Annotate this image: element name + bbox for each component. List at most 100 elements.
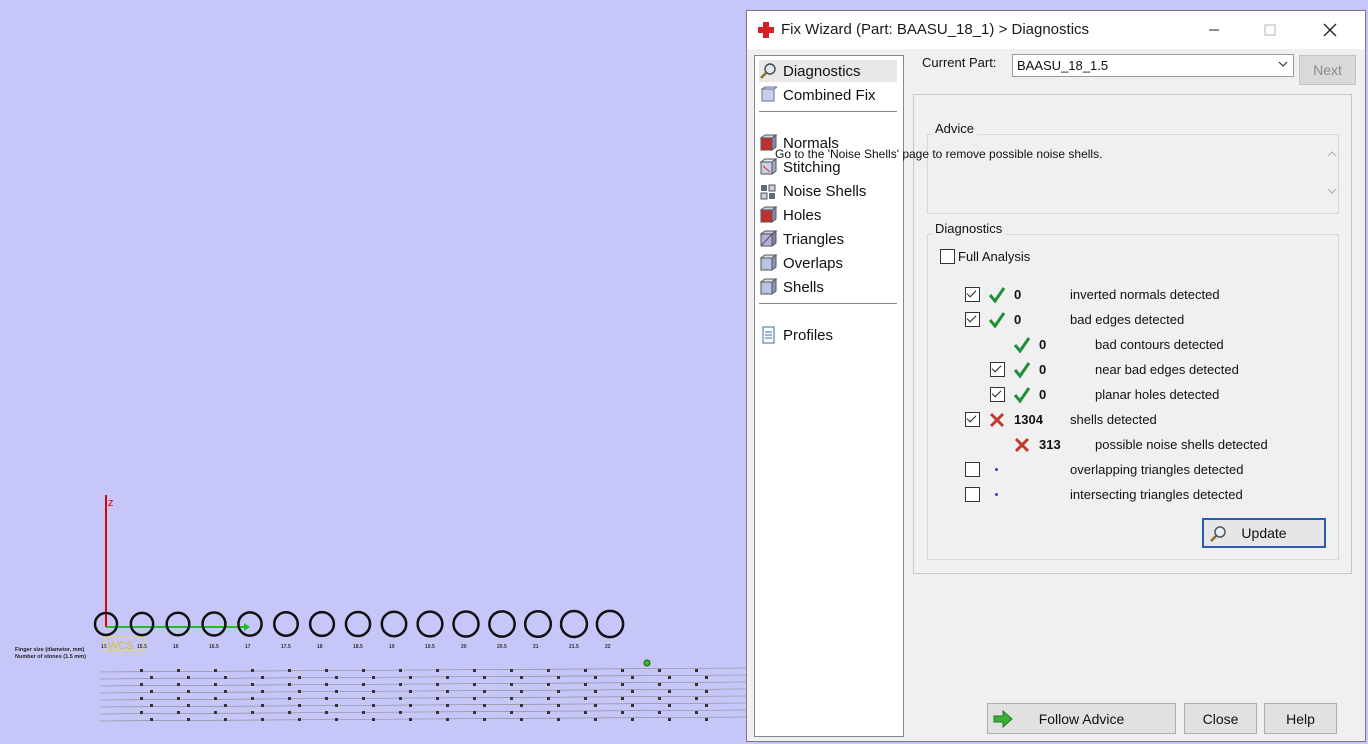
ring-size-label: 20 [461, 644, 467, 650]
table-mark [584, 711, 587, 714]
table-mark [288, 669, 291, 672]
3d-viewport[interactable]: z 15 15.5 16 16.5 17 17.5 18 18.5 19 19.5 20 20.5 21… [0, 0, 746, 744]
ring-size-label: 17.5 [281, 644, 291, 650]
follow-advice-button[interactable]: Follow Advice [987, 703, 1176, 734]
ring-size-label: 20.5 [497, 644, 507, 650]
ring-model[interactable] [308, 610, 336, 638]
table-mark [298, 704, 301, 707]
table-mark [251, 669, 254, 672]
nav-item-triangles[interactable]: Triangles [759, 228, 897, 250]
nav-item-holes[interactable]: Holes [759, 204, 897, 226]
diagnostic-checkbox[interactable] [965, 487, 980, 502]
diagnostic-label: overlapping triangles detected [1070, 462, 1244, 477]
diagnostic-count: 1304 [1014, 412, 1043, 427]
nav-item-diagnostics[interactable]: Diagnostics [759, 60, 897, 82]
maximize-button[interactable] [1247, 11, 1293, 49]
title-bar[interactable]: Fix Wizard (Part: BAASU_18_1) > Diagnost… [747, 11, 1365, 49]
nav-divider [759, 303, 897, 304]
ring-model[interactable] [273, 611, 299, 637]
pending-dot-icon [995, 468, 998, 471]
minimize-button[interactable] [1191, 11, 1237, 49]
nav-item-label: Overlaps [783, 254, 844, 272]
nav-item-label: Profiles [783, 326, 834, 344]
diagnostic-label: bad edges detected [1070, 312, 1185, 327]
nav-item-combined-fix[interactable]: Combined Fix [759, 84, 897, 106]
table-mark [473, 669, 476, 672]
diagnostic-checkbox[interactable] [965, 312, 980, 327]
overlaps-icon [759, 254, 777, 271]
table-mark [372, 704, 375, 707]
table-mark [483, 718, 486, 721]
ring-model[interactable] [452, 610, 480, 638]
nav-item-overlaps[interactable]: Overlaps [759, 252, 897, 274]
scene-canvas[interactable]: z 15 15.5 16 16.5 17 17.5 18 18.5 19 19.5 20 20.5 21… [0, 0, 746, 744]
table-mark [483, 704, 486, 707]
full-analysis-checkbox[interactable] [940, 249, 955, 264]
diagnostic-count: 0 [1039, 387, 1047, 402]
ring-model[interactable] [595, 609, 625, 639]
ring-model[interactable] [129, 611, 155, 637]
ring-model[interactable] [237, 611, 263, 637]
ring-model[interactable] [416, 610, 444, 638]
table-mark [261, 676, 264, 679]
table-mark [409, 718, 412, 721]
diagnostic-checkbox[interactable] [965, 287, 980, 302]
table-mark [187, 718, 190, 721]
close-button[interactable]: Close [1184, 703, 1257, 734]
table-mark [668, 690, 671, 693]
ring-size-label: 15.5 [137, 644, 147, 650]
current-part-select[interactable]: BAASU_18_1.5 [1012, 54, 1294, 77]
ring-model[interactable] [488, 610, 516, 638]
table-mark [150, 718, 153, 721]
table-mark [584, 697, 587, 700]
scroll-up-icon[interactable] [1327, 149, 1337, 160]
diagnostic-checkbox[interactable] [965, 412, 980, 427]
table-mark [631, 704, 634, 707]
table-mark [557, 704, 560, 707]
table-mark [187, 676, 190, 679]
table-mark [594, 718, 597, 721]
table-mark [298, 690, 301, 693]
magnifier-icon [760, 63, 776, 79]
diagnostic-label: shells detected [1070, 412, 1157, 427]
pivot-marker[interactable] [643, 659, 651, 667]
update-button[interactable]: Update [1202, 518, 1326, 548]
table-mark [705, 704, 708, 707]
noise-shells-icon [760, 184, 776, 200]
nav-item-noise-shells[interactable]: Noise Shells [759, 180, 897, 202]
table-mark [325, 711, 328, 714]
ring-model[interactable] [523, 609, 553, 639]
table-mark [251, 697, 254, 700]
table-mark [520, 704, 523, 707]
nav-item-label: Shells [783, 278, 824, 296]
ring-size-label: 16.5 [209, 644, 219, 650]
table-line [99, 681, 746, 687]
next-button[interactable]: Next [1299, 55, 1356, 85]
table-mark [224, 690, 227, 693]
close-window-button[interactable] [1307, 11, 1353, 49]
scroll-down-icon[interactable] [1327, 187, 1337, 198]
diagnostic-checkbox[interactable] [990, 362, 1005, 377]
ring-model[interactable] [344, 610, 372, 638]
table-mark [224, 676, 227, 679]
ring-model[interactable] [201, 611, 227, 637]
table-mark [335, 704, 338, 707]
profiles-icon [762, 326, 775, 344]
table-mark [335, 718, 338, 721]
table-mark [510, 683, 513, 686]
diagnostic-checkbox[interactable] [965, 462, 980, 477]
ring-size-label: 19 [389, 644, 395, 650]
nav-item-profiles[interactable]: Profiles [759, 324, 897, 346]
arrow-right-icon [993, 710, 1013, 728]
help-button[interactable]: Help [1264, 703, 1337, 734]
ring-model[interactable] [165, 611, 191, 637]
diagnostic-checkbox[interactable] [990, 387, 1005, 402]
nav-item-shells[interactable]: Shells [759, 276, 897, 298]
ring-model[interactable] [380, 610, 408, 638]
table-mark [547, 711, 550, 714]
ring-size-label: 17 [245, 644, 251, 650]
ring-size-label: 18 [317, 644, 323, 650]
diagnostic-label: bad contours detected [1095, 337, 1224, 352]
table-mark [288, 697, 291, 700]
ring-model[interactable] [559, 609, 589, 639]
